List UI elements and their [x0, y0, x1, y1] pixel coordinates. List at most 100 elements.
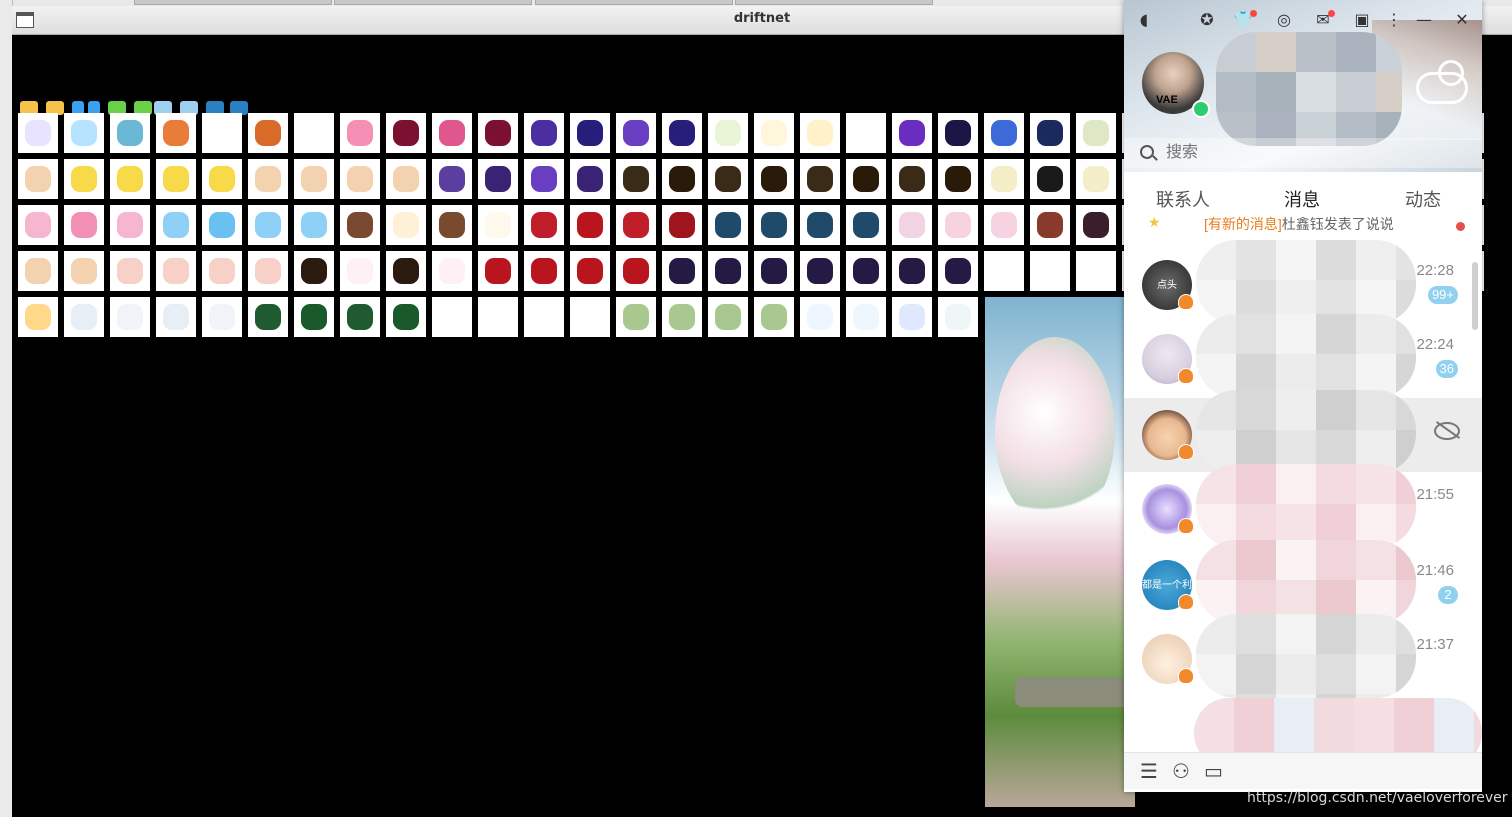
tile-image-content [439, 120, 465, 146]
captured-landscape-image [985, 297, 1135, 807]
search-input[interactable] [1164, 142, 1458, 164]
captured-image-tile [938, 113, 978, 153]
tile-image-content [669, 258, 695, 284]
tile-image-content [623, 212, 649, 238]
tile-image-content [991, 120, 1017, 146]
captured-image-tile [754, 205, 794, 245]
tile-image-content [899, 304, 925, 330]
captured-image-tile [800, 297, 840, 337]
captured-image-tile [524, 205, 564, 245]
tile-image-content [117, 212, 143, 238]
tile-image-content [71, 166, 97, 192]
captured-image-tile [1030, 113, 1070, 153]
captured-image-tile [478, 159, 518, 199]
tile-image-content [899, 258, 925, 284]
tile-image-content [393, 120, 419, 146]
tile-image-content [485, 166, 511, 192]
system-message-row[interactable]: ★ [有新的消息]杜鑫钰发表了说说 [1124, 214, 1482, 234]
tile-image-content [255, 212, 281, 238]
flame-badge-icon [1178, 668, 1194, 684]
captured-image-tile [340, 205, 380, 245]
captured-image-tile [386, 205, 426, 245]
online-status-icon[interactable] [1192, 100, 1210, 118]
star-icon: ★ [1148, 214, 1161, 230]
captured-image-tile [1030, 251, 1070, 291]
tile-image-content [439, 304, 465, 330]
tile-image-content [1037, 166, 1063, 192]
captured-image-tile [248, 113, 288, 153]
blurred-conversation-preview [1196, 314, 1416, 398]
tile-image-content [117, 304, 143, 330]
weiyun-icon[interactable]: ▣ [1352, 10, 1372, 30]
tile-image-content [945, 212, 971, 238]
captured-image-tile [524, 251, 564, 291]
captured-image-tile [938, 297, 978, 337]
tile-image-content [117, 258, 143, 284]
tile-image-content [761, 304, 787, 330]
minimize-icon[interactable]: — [1414, 10, 1434, 30]
conversation-item[interactable]: 都是一个利用 21:46 2 [1124, 540, 1482, 624]
stone-wall-shape [1015, 677, 1135, 707]
captured-image-tile [892, 205, 932, 245]
captured-image-tile [616, 297, 656, 337]
taskbar-tab[interactable] [535, 0, 733, 5]
tile-image-content [347, 120, 373, 146]
weather-icon[interactable] [1414, 60, 1468, 104]
flame-badge-icon [1178, 368, 1194, 384]
captured-image-tile [386, 113, 426, 153]
conversation-time: 21:37 [1416, 636, 1454, 653]
badge-medal-icon[interactable]: ✪ [1197, 10, 1217, 30]
conversation-item[interactable]: 22:24 36 [1124, 314, 1482, 398]
tile-image-content [25, 304, 51, 330]
tile-image-content [761, 212, 787, 238]
conversation-item[interactable] [1124, 390, 1482, 474]
main-menu-icon[interactable]: ☰ [1140, 759, 1158, 783]
tile-image-content [485, 212, 511, 238]
captured-image-tile [1030, 159, 1070, 199]
tile-image-content [393, 166, 419, 192]
conversation-item[interactable]: 点头 22:28 99+ [1124, 240, 1482, 324]
conversation-item[interactable]: 21:55 [1124, 464, 1482, 548]
blurred-conversation-preview [1196, 390, 1416, 474]
scrollbar[interactable] [1472, 262, 1478, 330]
tile-image-content [669, 304, 695, 330]
add-friend-icon[interactable]: ⚇ [1172, 759, 1190, 783]
captured-image-tile [754, 113, 794, 153]
captured-image-tile [340, 251, 380, 291]
captured-image-tile [938, 205, 978, 245]
captured-image-tile [386, 159, 426, 199]
tile-image-content [1037, 120, 1063, 146]
tab-feeds[interactable]: 动态 [1405, 186, 1441, 212]
captured-image-tile [616, 113, 656, 153]
captured-image-tile [524, 159, 564, 199]
unread-count-badge: 36 [1435, 360, 1458, 378]
close-icon[interactable]: ✕ [1452, 10, 1472, 30]
tile-image-content [255, 258, 281, 284]
taskbar-tab[interactable] [334, 0, 532, 5]
tab-contacts[interactable]: 联系人 [1156, 186, 1210, 212]
captured-image-tile [110, 205, 150, 245]
taskbar-tab[interactable] [735, 0, 933, 5]
captured-image-tile [478, 113, 518, 153]
tab-messages[interactable]: 消息 [1284, 186, 1320, 212]
captured-image-tile [662, 297, 702, 337]
tile-image-content [577, 258, 603, 284]
captured-image-tile [754, 159, 794, 199]
hidden-eye-icon[interactable] [1434, 422, 1460, 440]
qzone-icon[interactable]: ◎ [1274, 10, 1294, 30]
qq-bottom-toolbar: ☰ ⚇ ▭ [1124, 752, 1482, 789]
captured-image-tile [248, 205, 288, 245]
tile-image-content [1083, 166, 1109, 192]
tile-image-content [807, 120, 833, 146]
taskbar-tab[interactable] [134, 0, 332, 5]
tile-image-content [485, 304, 511, 330]
search-bar[interactable] [1124, 138, 1482, 168]
more-menu-icon[interactable]: ⋮ [1384, 10, 1404, 30]
tile-image-content [209, 166, 235, 192]
unread-dot [1456, 222, 1465, 231]
file-icon[interactable]: ▭ [1204, 759, 1223, 783]
conversation-item[interactable]: 21:37 [1124, 614, 1482, 698]
captured-image-tile [708, 251, 748, 291]
captured-image-tile [846, 297, 886, 337]
tile-image-content [853, 304, 879, 330]
